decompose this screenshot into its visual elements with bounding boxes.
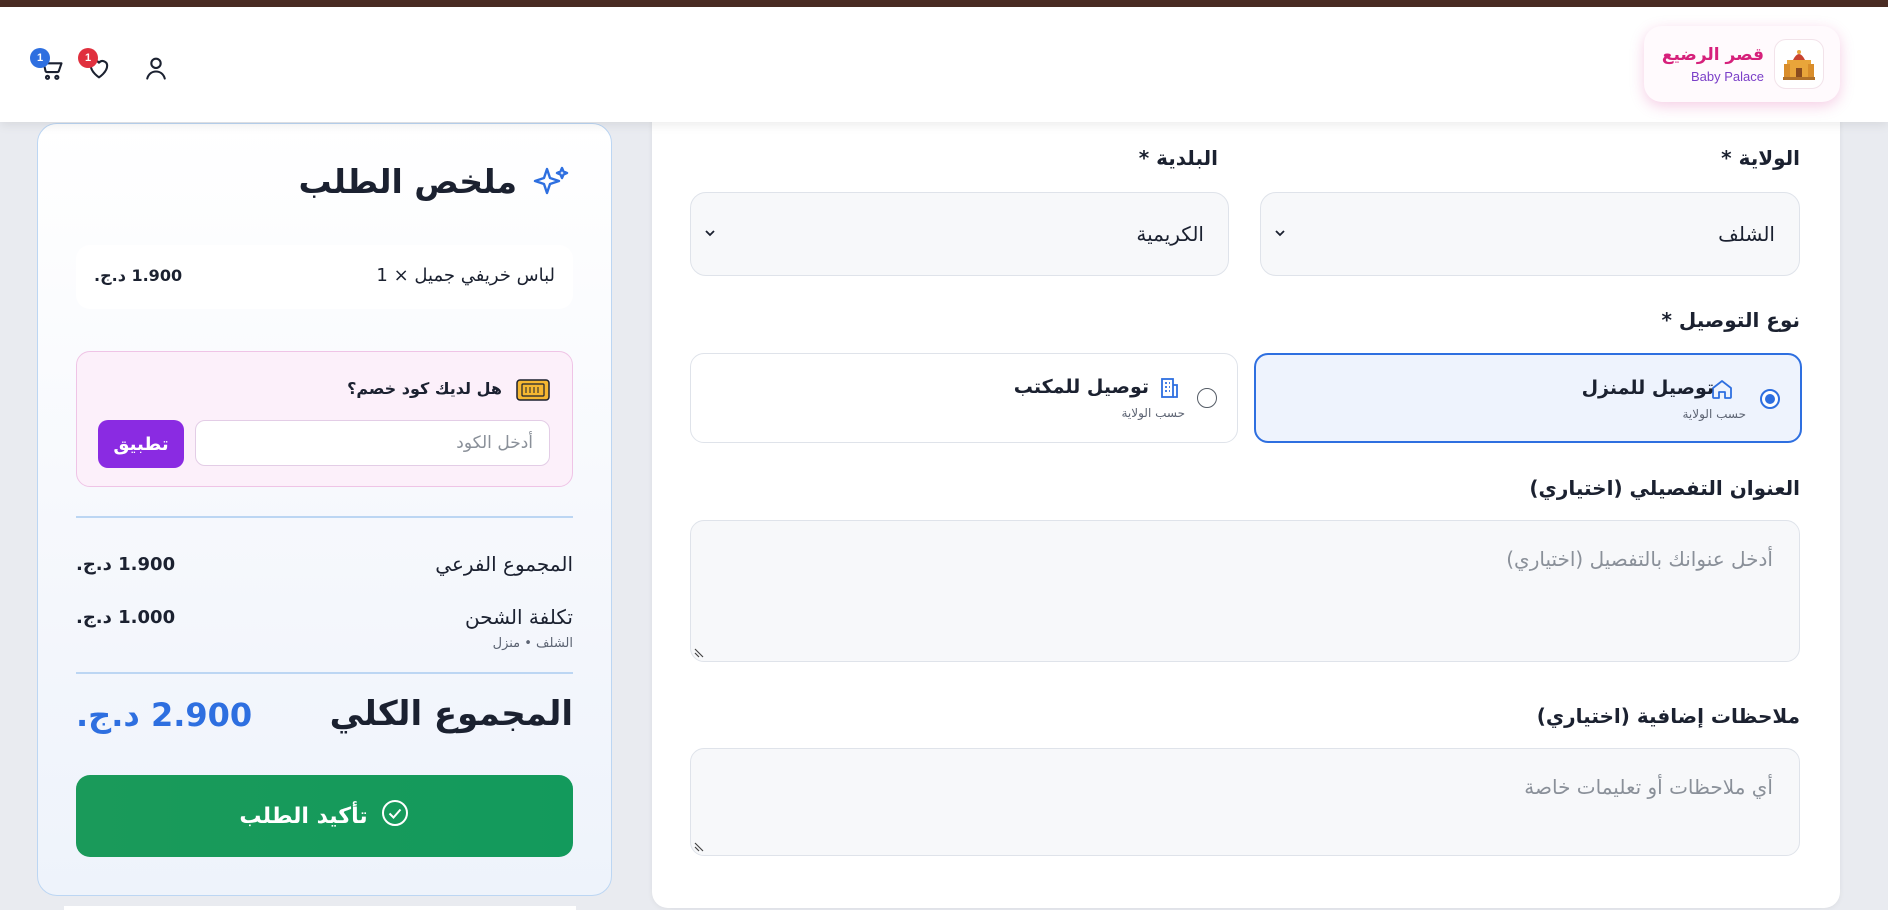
subtotal-label: المجموع الفرعي — [435, 552, 573, 576]
delivery-option-office[interactable]: توصيل للمكتب حسب الولاية — [690, 353, 1238, 443]
coupon-placeholder: أدخل الكود — [456, 433, 533, 453]
home-radio[interactable] — [1760, 389, 1780, 409]
notes-textarea[interactable]: أي ملاحظات أو تعليمات خاصة — [690, 748, 1800, 856]
logo-name-ar: قصر الرضيع — [1661, 44, 1764, 65]
chevron-down-icon — [703, 225, 717, 244]
confirm-order-label: تأكيد الطلب — [239, 803, 368, 829]
coupon-question: هل لديك كود خصم؟ — [347, 379, 502, 398]
total-value: 2.900 د.ج. — [76, 696, 253, 734]
chevron-down-icon — [1273, 225, 1287, 244]
site-header: 1 1 قصر الرضيع Baby Palace — [0, 7, 1888, 122]
cart-count-badge: 1 — [30, 48, 50, 68]
office-radio[interactable] — [1197, 388, 1217, 408]
resize-grip-icon — [694, 648, 704, 658]
logo-name-en: Baby Palace — [1691, 68, 1764, 84]
home-option-subtitle: حسب الولاية — [1682, 407, 1746, 421]
site-logo[interactable]: قصر الرضيع Baby Palace — [1644, 26, 1840, 102]
address-label: العنوان التفصيلي (اختياري) — [1529, 476, 1800, 500]
building-icon — [1157, 376, 1181, 404]
divider — [76, 672, 573, 674]
divider — [76, 516, 573, 518]
order-summary-card: ملخص الطلب لباس خريفي جميل × 1 1.900 د.ج… — [37, 123, 612, 896]
shipping-value: 1.000 د.ج. — [76, 607, 176, 628]
account-button[interactable] — [141, 55, 171, 85]
apply-coupon-button[interactable]: تطبيق — [98, 420, 184, 468]
address-textarea[interactable]: أدخل عنوانك بالتفصيل (اختياري) — [690, 520, 1800, 662]
delivery-option-home[interactable]: توصيل للمنزل حسب الولاية — [1254, 353, 1802, 443]
item-name: لباس خريفي جميل × 1 — [376, 265, 555, 286]
wishlist-count-badge: 1 — [78, 48, 98, 68]
delivery-type-label: نوع التوصيل * — [1661, 308, 1800, 332]
wilaya-value: الشلف — [1718, 222, 1775, 246]
coupon-box: هل لديك كود خصم؟ أدخل الكود تطبيق — [76, 351, 573, 487]
cart-button[interactable]: 1 — [30, 48, 66, 85]
notes-placeholder: أي ملاحظات أو تعليمات خاصة — [1524, 775, 1773, 799]
wilaya-label: الولاية * — [1721, 146, 1800, 170]
address-placeholder: أدخل عنوانك بالتفصيل (اختياري) — [1506, 547, 1773, 571]
shipping-label: تكلفة الشحن — [464, 605, 573, 629]
resize-grip-icon — [694, 842, 704, 852]
cart-item: لباس خريفي جميل × 1 1.900 د.ج. — [76, 245, 573, 309]
top-accent-strip — [0, 0, 1888, 7]
office-option-subtitle: حسب الولاية — [1121, 406, 1185, 420]
user-icon — [142, 54, 170, 86]
sparkles-icon — [531, 163, 571, 207]
checkout-form-card: الولاية * البلدية * الشلف الكريمية نوع ا… — [652, 100, 1840, 908]
confirm-order-button[interactable]: تأكيد الطلب — [76, 775, 573, 857]
commune-select[interactable]: الكريمية — [690, 192, 1229, 276]
summary-title: ملخص الطلب — [298, 162, 517, 201]
check-circle-icon — [380, 798, 410, 834]
wilaya-select[interactable]: الشلف — [1260, 192, 1800, 276]
ticket-icon — [516, 379, 550, 405]
bottom-edge — [64, 906, 576, 910]
commune-value: الكريمية — [1136, 222, 1204, 246]
wishlist-button[interactable]: 1 — [78, 48, 114, 85]
palace-logo-icon — [1774, 39, 1824, 89]
home-option-title: توصيل للمنزل — [1581, 377, 1714, 399]
subtotal-value: 1.900 د.ج. — [76, 554, 176, 575]
total-label: المجموع الكلي — [329, 694, 573, 734]
notes-label: ملاحظات إضافية (اختياري) — [1536, 704, 1800, 728]
coupon-code-input[interactable]: أدخل الكود — [195, 420, 550, 466]
item-price: 1.900 د.ج. — [94, 266, 183, 285]
office-option-title: توصيل للمكتب — [1013, 376, 1149, 398]
shipping-note: الشلف • منزل — [492, 636, 573, 651]
commune-label: البلدية * — [1138, 146, 1218, 170]
